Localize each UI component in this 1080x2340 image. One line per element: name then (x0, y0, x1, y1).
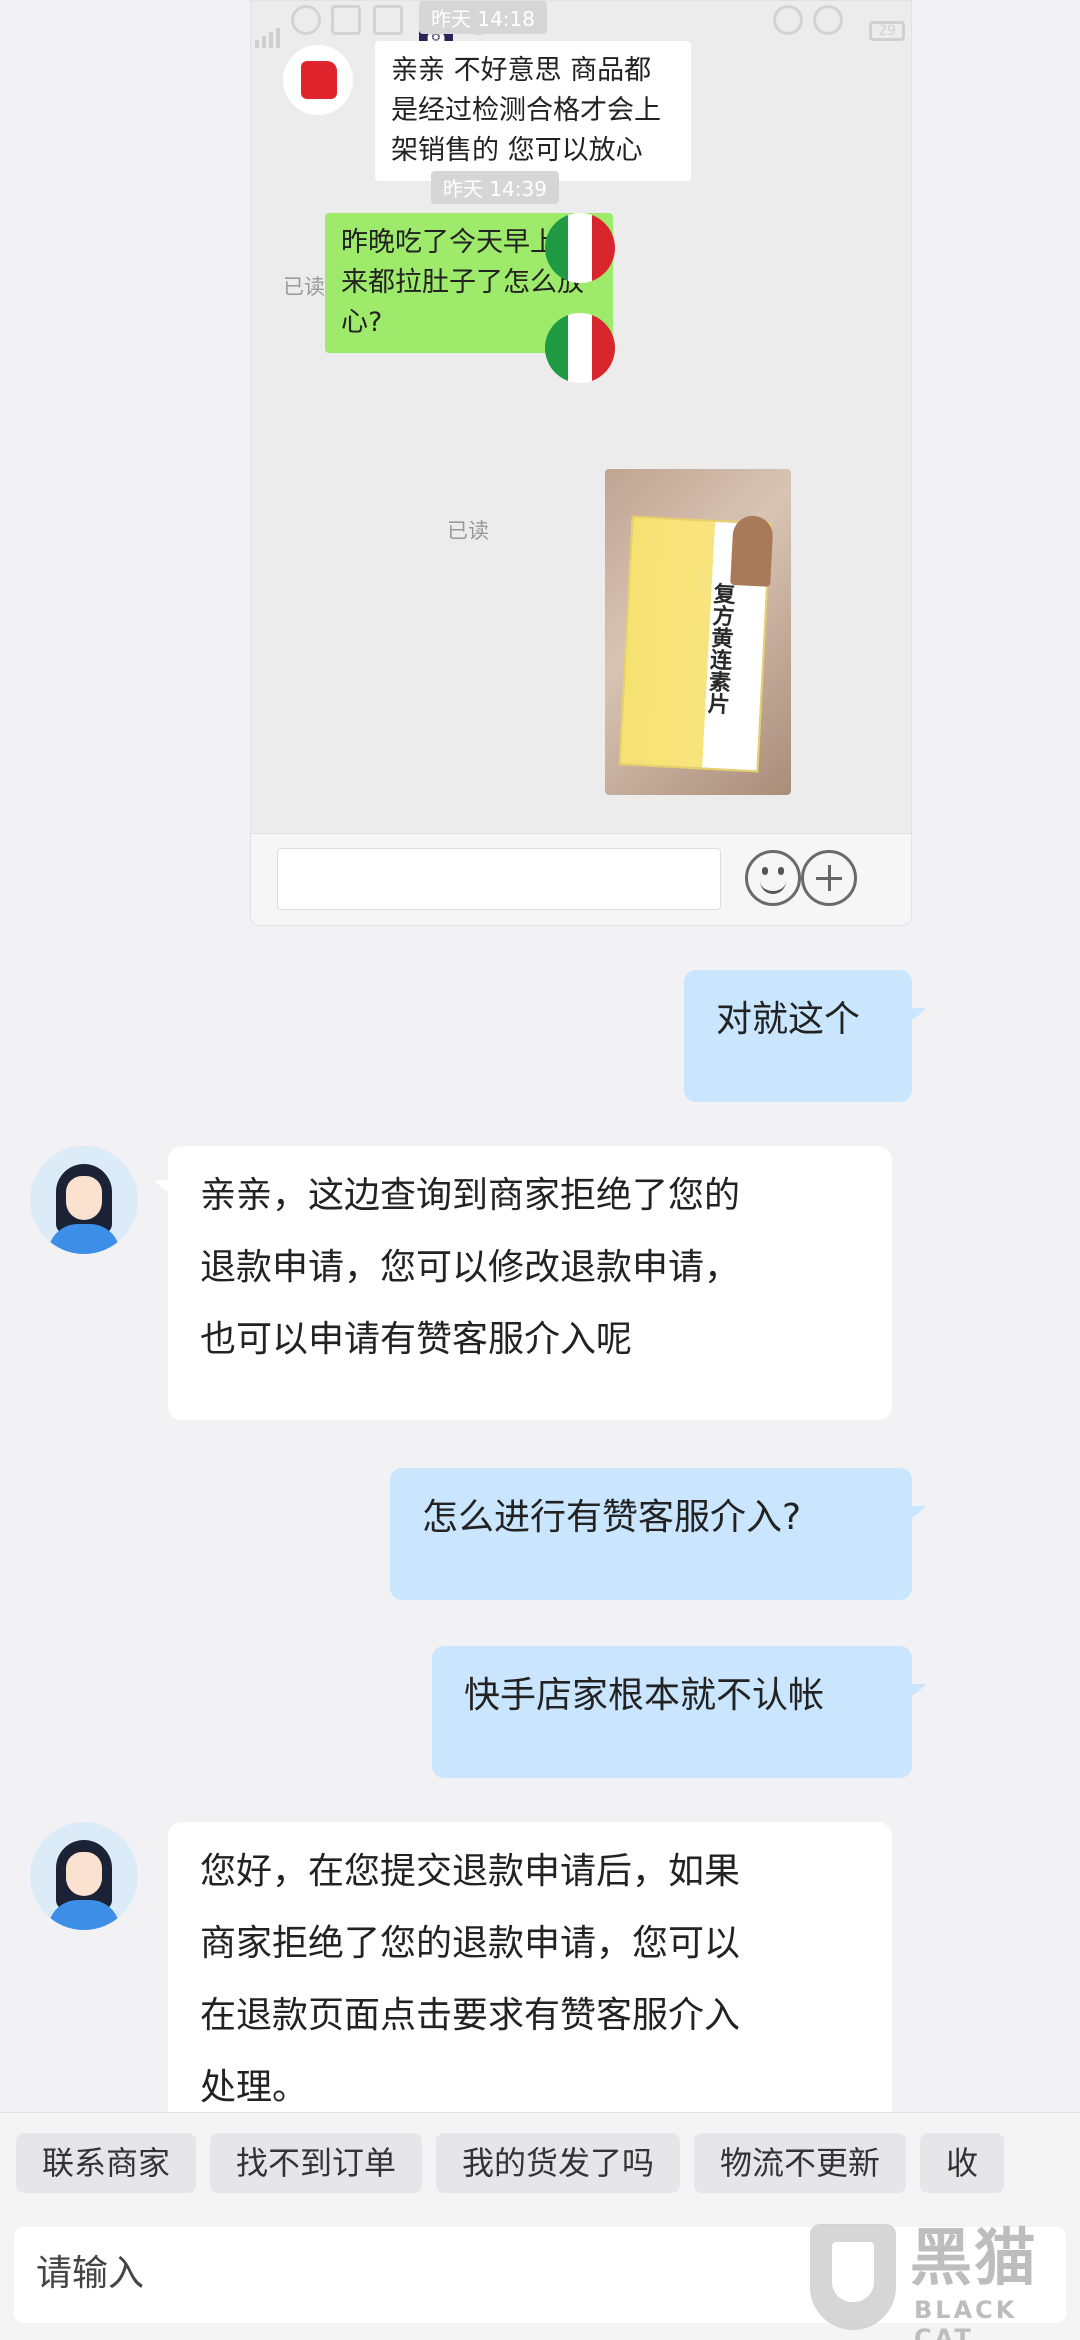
embedded-status-bar: ☎ 昨天 14:18 29 (251, 1, 911, 52)
quick-reply-shipped[interactable]: 我的货发了吗 (436, 2133, 681, 2193)
quick-reply-bar: 联系商家 找不到订单 我的货发了吗 物流不更新收 (16, 2133, 1018, 2193)
plus-icon[interactable] (801, 850, 857, 906)
embedded-text-input[interactable] (277, 848, 721, 910)
customer-avatar (545, 213, 615, 283)
bluetooth-icon (813, 5, 843, 35)
emoji-icon[interactable] (745, 850, 801, 906)
medicine-box: 复方黄连素片 (618, 514, 774, 773)
message-line: 在退款页面点击要求有赞客服介入 (200, 1995, 741, 2036)
battery-icon: 29 (869, 21, 905, 41)
outgoing-message: 对就这个 (684, 970, 926, 1102)
incoming-message: 亲亲，这边查询到商家拒绝了您的 退款申请，您可以修改退款申请， 也可以申请有赞客… (154, 1146, 892, 1420)
signal-icon (255, 23, 283, 48)
medicine-photo[interactable]: 复方黄连素片 (605, 469, 791, 795)
embedded-input-bar (251, 833, 911, 925)
quick-reply-logistics[interactable]: 物流不更新 (694, 2133, 907, 2193)
agent-avatar (30, 1822, 138, 1930)
quick-reply-order-not-found[interactable]: 找不到订单 (210, 2133, 423, 2193)
outgoing-message: 快手店家根本就不认帐 (432, 1646, 926, 1778)
time-chip: 昨天 14:39 (431, 171, 559, 204)
message-line: 退款申请，您可以修改退款申请， (200, 1247, 741, 1288)
customer-avatar (545, 313, 615, 383)
incoming-message: 您好，在您提交退款申请后，如果 商家拒绝了您的退款申请，您可以 在退款页面点击要… (168, 1822, 892, 2142)
eye-icon (773, 5, 803, 35)
cat-shield-icon (810, 2224, 896, 2330)
message-line: 您好，在您提交退款申请后，如果 (200, 1851, 741, 1892)
watermark-en: BLACK CAT (914, 2296, 1018, 2340)
network-icon (373, 5, 403, 35)
avatar-face (66, 1852, 102, 1896)
medicine-box-lid (730, 514, 774, 587)
avatar-face (66, 1176, 102, 1220)
message-line: 商家拒绝了您的退款申请，您可以 (200, 1923, 741, 1964)
thumbs-up-icon (301, 61, 337, 99)
outgoing-message: 怎么进行有赞客服介入? (390, 1468, 926, 1600)
merchant-avatar (283, 45, 353, 115)
merchant-message: 亲亲 不好意思 商品都是经过检测合格才会上架销售的 您可以放心 (375, 41, 691, 181)
agent-avatar (30, 1146, 138, 1254)
message-line: 亲亲，这边查询到商家拒绝了您的 (200, 1175, 741, 1216)
embedded-chat-screenshot: ☎ 昨天 14:18 29 亲亲 不好意思 商品都是经过检测合格才会上架销售的 … (250, 0, 912, 926)
read-receipt: 已读 (447, 519, 489, 543)
input-placeholder: 请输入 (36, 2253, 145, 2294)
medicine-name: 复方黄连素片 (703, 581, 737, 715)
status-circle-icon (291, 5, 321, 35)
message-line: 也可以申请有赞客服介入呢 (200, 1319, 633, 1360)
quick-reply-more[interactable]: 收 (920, 2133, 1005, 2193)
time-chip: 昨天 14:18 (419, 1, 547, 34)
read-receipt: 已读 (283, 275, 325, 299)
watermark-cn: 黑猫 (910, 2221, 1039, 2294)
black-cat-watermark: 黑猫 BLACK CAT (810, 2220, 1080, 2340)
hourglass-icon (331, 5, 361, 35)
quick-reply-contact-merchant[interactable]: 联系商家 (16, 2133, 197, 2193)
